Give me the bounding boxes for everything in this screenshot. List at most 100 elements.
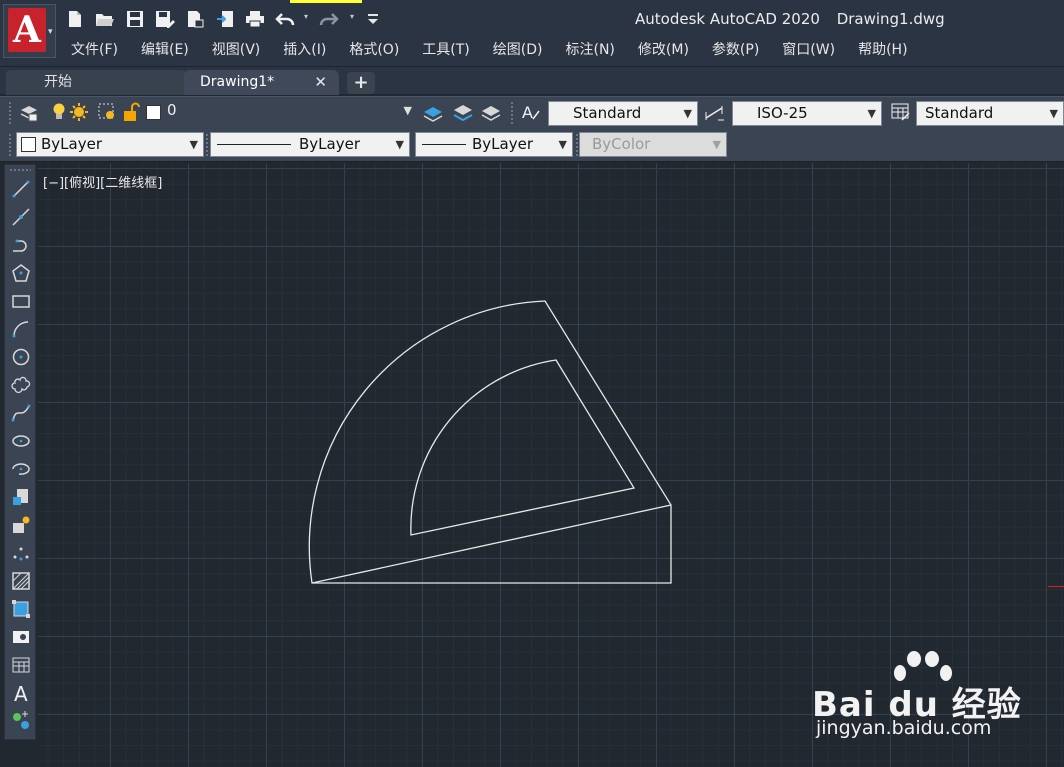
chevron-down-icon: ▼ xyxy=(558,138,567,151)
dim-style-value: ISO-25 xyxy=(757,104,808,122)
open-icon[interactable] xyxy=(94,9,116,29)
properties-toolbar: ByLayer ▼ ByLayer ▼ ByLayer ▼ ByColor ▼ xyxy=(0,128,1064,162)
menu-window[interactable]: 窗口(W) xyxy=(782,39,835,61)
menu-file[interactable]: 文件(F) xyxy=(71,39,118,61)
chevron-down-icon: ▼ xyxy=(683,107,692,120)
point-icon[interactable] xyxy=(9,541,33,565)
toolbar-grip[interactable] xyxy=(9,168,31,172)
menu-modify[interactable]: 修改(M) xyxy=(638,39,689,61)
polyline-icon[interactable] xyxy=(9,233,33,257)
table-icon[interactable] xyxy=(9,653,33,677)
toolbar-grip[interactable] xyxy=(8,133,12,157)
menu-dimension[interactable]: 标注(N) xyxy=(566,39,615,61)
lineweight-preview xyxy=(422,144,466,145)
table-style-icon[interactable] xyxy=(890,101,912,123)
layer-viewport-icon[interactable] xyxy=(96,101,118,123)
app-name: Autodesk AutoCAD 2020 xyxy=(635,10,820,28)
layer-on-icon[interactable] xyxy=(48,101,70,123)
toolbar-grip[interactable] xyxy=(205,133,209,157)
make-block-icon[interactable] xyxy=(9,513,33,537)
color-swatch xyxy=(21,137,36,152)
color-value: ByLayer xyxy=(41,135,102,153)
dim-style-dropdown[interactable]: ISO-25 ▼ xyxy=(732,101,882,126)
menu-view[interactable]: 视图(V) xyxy=(212,39,261,61)
dim-style-icon[interactable] xyxy=(704,101,726,123)
outer-sector-shape[interactable] xyxy=(308,300,672,584)
toolbar-grip[interactable] xyxy=(510,101,514,125)
region-icon[interactable] xyxy=(9,597,33,621)
redo-icon[interactable] xyxy=(318,9,340,29)
layer-unlock-icon[interactable] xyxy=(120,101,142,123)
circle-icon[interactable] xyxy=(9,345,33,369)
menu-help[interactable]: 帮助(H) xyxy=(858,39,907,61)
svg-text:A: A xyxy=(522,103,533,122)
tab-drawing1[interactable]: Drawing1* ✕ xyxy=(184,70,339,95)
hatch-icon[interactable] xyxy=(9,569,33,593)
undo-icon[interactable] xyxy=(274,9,296,29)
publish-icon[interactable] xyxy=(184,9,206,29)
table-style-dropdown[interactable]: Standard ▼ xyxy=(916,101,1064,126)
menu-tools[interactable]: 工具(T) xyxy=(422,39,469,61)
linetype-dropdown[interactable]: ByLayer ▼ xyxy=(210,132,410,157)
menu-insert[interactable]: 插入(I) xyxy=(283,39,326,61)
tab-start-label: 开始 xyxy=(44,74,72,90)
linetype-value: ByLayer xyxy=(299,135,360,153)
lineweight-dropdown[interactable]: ByLayer ▼ xyxy=(415,132,573,157)
save-icon[interactable] xyxy=(124,9,146,29)
arc-icon[interactable] xyxy=(9,317,33,341)
watermark-url: jingyan.baidu.com xyxy=(816,717,992,739)
inner-sector-shape[interactable] xyxy=(410,359,636,536)
layer-previous-icon[interactable] xyxy=(480,101,502,123)
make-current-layer-icon[interactable] xyxy=(422,101,444,123)
color-dropdown[interactable]: ByLayer ▼ xyxy=(16,132,204,157)
chamfer-line[interactable] xyxy=(311,504,672,584)
new-icon[interactable] xyxy=(64,9,86,29)
spline-icon[interactable] xyxy=(9,401,33,425)
autocad-logo-icon: A xyxy=(8,8,46,52)
chevron-down-icon: ▼ xyxy=(403,104,412,117)
text-style-dropdown[interactable]: Standard ▼ xyxy=(548,101,698,126)
toolbar-grip[interactable] xyxy=(8,101,12,125)
ellipse-arc-icon[interactable] xyxy=(9,457,33,481)
layer-thaw-icon[interactable] xyxy=(68,101,90,123)
menu-draw[interactable]: 绘图(D) xyxy=(493,39,543,61)
customize-icon[interactable] xyxy=(362,9,384,29)
chevron-down-icon: ▼ xyxy=(712,138,721,151)
menu-format[interactable]: 格式(O) xyxy=(349,39,399,61)
tab-drawing-label: Drawing1* xyxy=(200,74,275,90)
line-icon[interactable] xyxy=(9,177,33,201)
wipeout-icon[interactable] xyxy=(9,625,33,649)
chevron-down-icon: ▼ xyxy=(189,138,198,151)
plot-style-value: ByColor xyxy=(592,135,651,153)
application-menu-button[interactable]: A ▾ xyxy=(3,4,56,58)
polygon-icon[interactable] xyxy=(9,261,33,285)
rectangle-icon[interactable] xyxy=(9,289,33,313)
plot-icon[interactable] xyxy=(244,9,266,29)
chevron-down-icon: ▼ xyxy=(867,107,876,120)
construction-line-icon[interactable] xyxy=(9,205,33,229)
save-as-icon[interactable] xyxy=(154,9,176,29)
file-name: Drawing1.dwg xyxy=(836,10,945,28)
ucs-x-axis-marker xyxy=(1048,586,1064,587)
ellipse-icon[interactable] xyxy=(9,429,33,453)
svg-text:A: A xyxy=(14,682,28,704)
window-title: Autodesk AutoCAD 2020 Drawing1.dwg xyxy=(635,10,957,28)
insert-block-icon[interactable] xyxy=(9,485,33,509)
mtext-icon[interactable]: A xyxy=(9,681,33,705)
menu-parametric[interactable]: 参数(P) xyxy=(712,39,759,61)
close-icon[interactable]: ✕ xyxy=(314,70,327,94)
layer-match-icon[interactable] xyxy=(452,101,474,123)
add-selected-icon[interactable] xyxy=(9,709,33,733)
import-icon[interactable] xyxy=(214,9,236,29)
tab-start[interactable]: 开始 xyxy=(6,70,186,95)
revision-cloud-icon[interactable] xyxy=(9,373,33,397)
layer-properties-icon[interactable] xyxy=(18,101,40,123)
redo-dropdown-icon[interactable]: ▾ xyxy=(350,12,354,21)
menu-edit[interactable]: 编辑(E) xyxy=(141,39,189,61)
layer-dropdown[interactable]: 0 ▼ xyxy=(143,99,417,124)
chevron-down-icon: ▼ xyxy=(1049,107,1058,120)
new-tab-button[interactable]: + xyxy=(347,72,375,94)
undo-dropdown-icon[interactable]: ▾ xyxy=(304,12,308,21)
text-style-icon[interactable]: A xyxy=(520,101,542,123)
draw-toolbar: A xyxy=(4,164,36,740)
